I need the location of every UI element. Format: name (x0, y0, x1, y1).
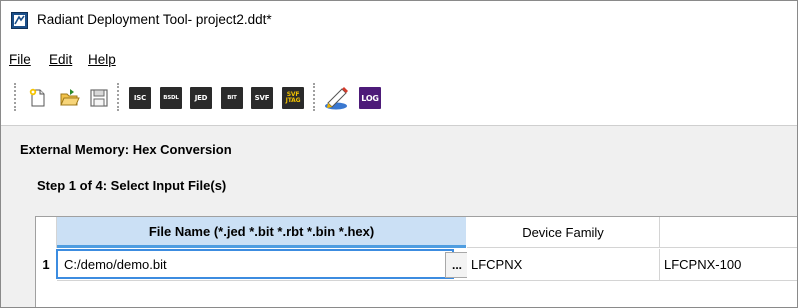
jed-icon: JED (190, 87, 212, 109)
svf-button[interactable]: SVF (249, 85, 275, 111)
svf-icon: SVF (251, 87, 273, 109)
column-header-file-name[interactable]: File Name (*.jed *.bit *.rbt *.bin *.hex… (57, 217, 466, 248)
input-file-grid: File Name (*.jed *.bit *.rbt *.bin *.hex… (35, 216, 797, 307)
bit-icon: BIT (221, 87, 243, 109)
menu-file[interactable]: File (9, 52, 31, 67)
save-button[interactable] (86, 85, 112, 111)
toolbar-separator-2 (313, 83, 317, 111)
app-icon (11, 12, 28, 29)
save-icon (90, 89, 108, 107)
menu-bar: File Edit Help (1, 41, 797, 71)
device-cell[interactable]: LFCPNX-100 (660, 249, 797, 281)
content-panel: External Memory: Hex Conversion Step 1 o… (1, 125, 797, 307)
isc-button[interactable]: ISC (127, 85, 153, 111)
edit-wand-icon (325, 87, 348, 110)
bit-button[interactable]: BIT (219, 85, 245, 111)
row-divider (57, 280, 467, 281)
step-title: Step 1 of 4: Select Input File(s) (37, 178, 227, 193)
row-number: 1 (36, 249, 56, 280)
new-file-button[interactable] (25, 85, 51, 111)
menu-edit[interactable]: Edit (49, 52, 72, 67)
isc-icon: ISC (129, 87, 151, 109)
browse-button[interactable]: ... (445, 252, 469, 278)
open-folder-icon (60, 89, 80, 106)
log-button[interactable]: LOG (357, 85, 383, 111)
toolbar-grip (14, 83, 18, 111)
edit-wand-button[interactable] (321, 84, 351, 112)
toolbar: ISC BSDL JED BIT SVF SVF JTAG LOG (1, 73, 797, 125)
menu-help[interactable]: Help (88, 52, 116, 67)
bsdl-icon: BSDL (160, 87, 182, 109)
file-name-input[interactable]: C:/demo/demo.bit (56, 249, 454, 279)
grid-corner (36, 217, 57, 248)
new-file-icon (29, 88, 45, 107)
bsdl-button[interactable]: BSDL (158, 85, 184, 111)
window-title: Radiant Deployment Tool- project2.ddt* (37, 12, 272, 27)
column-header-device-family[interactable]: Device Family (467, 217, 660, 248)
device-family-cell[interactable]: LFCPNX (467, 249, 660, 281)
section-title: External Memory: Hex Conversion (20, 142, 232, 157)
svf-jtag-icon: SVF JTAG (282, 87, 304, 109)
column-header-device[interactable] (660, 217, 797, 248)
svf-jtag-button[interactable]: SVF JTAG (280, 85, 306, 111)
log-icon: LOG (359, 87, 381, 109)
toolbar-separator (117, 83, 121, 111)
open-button[interactable] (56, 85, 82, 111)
title-bar: Radiant Deployment Tool- project2.ddt* (1, 1, 797, 41)
jed-button[interactable]: JED (188, 85, 214, 111)
app-window: Radiant Deployment Tool- project2.ddt* F… (0, 0, 798, 308)
